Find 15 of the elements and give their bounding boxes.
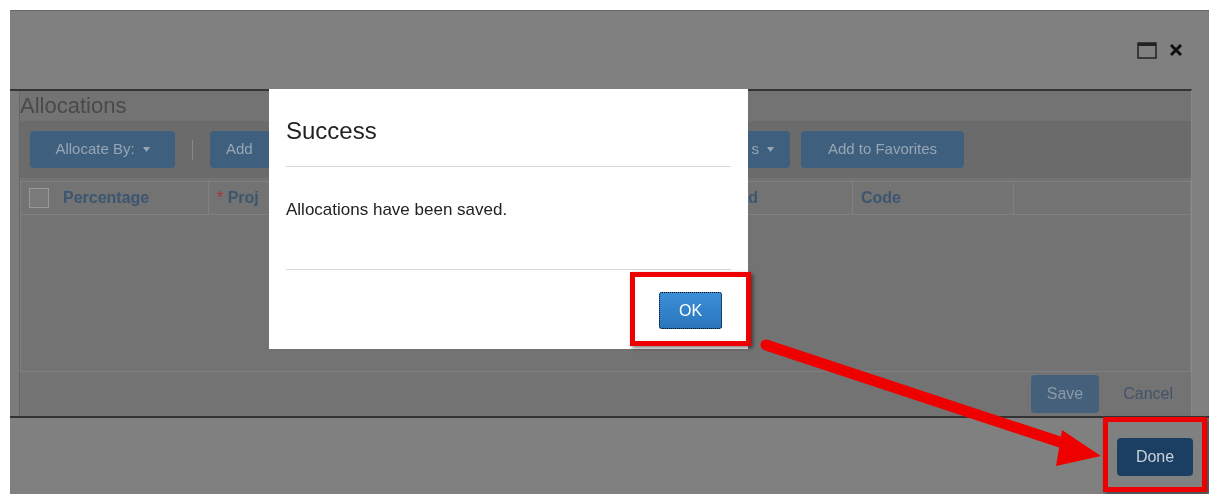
save-button[interactable]: Save (1030, 375, 1100, 413)
toolbar-button[interactable]: Add to Favorites (801, 131, 964, 168)
column-header: Code (861, 188, 901, 208)
ok-button[interactable]: OK (659, 292, 722, 329)
dialog-message: Allocations have been saved. (286, 200, 508, 219)
done-button[interactable]: Done (1117, 438, 1193, 476)
column-header: Percentage (63, 188, 150, 208)
caret-icon (142, 147, 150, 152)
caret-icon (767, 147, 774, 152)
dropdown-button[interactable]: Allocate By: (30, 131, 175, 168)
dialog-title: Success (286, 117, 377, 144)
maximize-icon[interactable] (1137, 41, 1157, 59)
column-header: * Proj (217, 188, 259, 208)
close-icon[interactable] (1169, 43, 1183, 57)
select-all-checkbox[interactable] (29, 188, 49, 208)
